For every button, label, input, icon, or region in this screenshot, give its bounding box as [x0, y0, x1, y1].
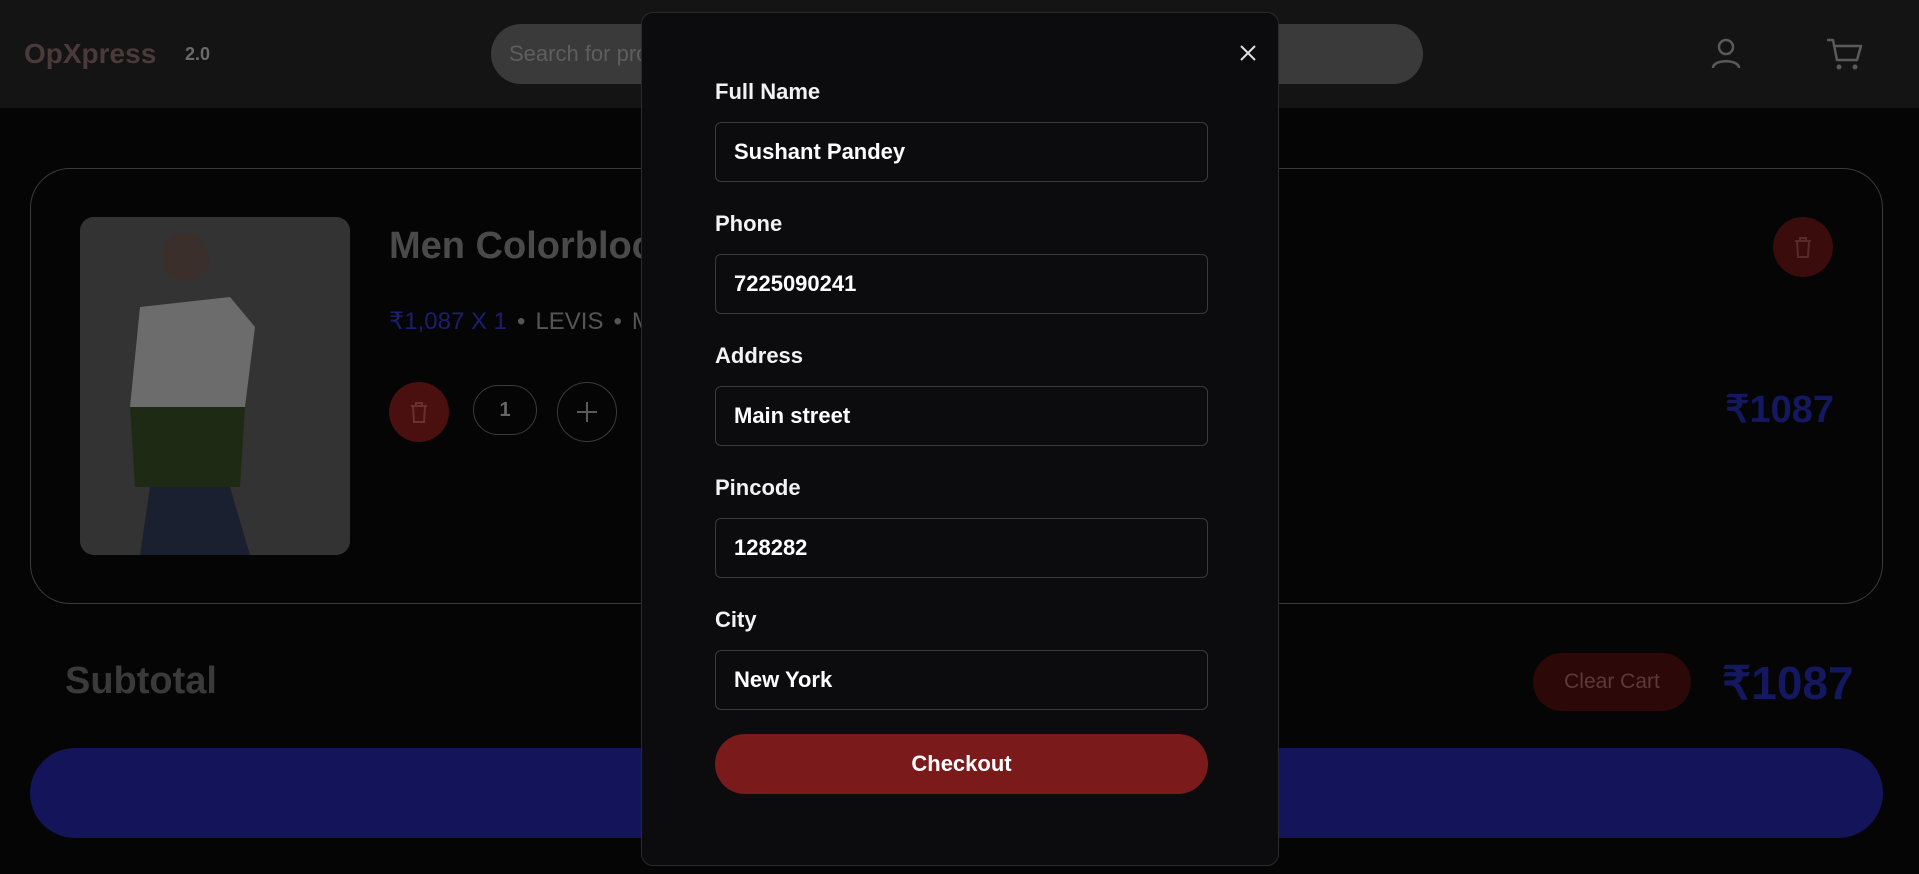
subtotal-label: Subtotal — [65, 660, 217, 702]
product-image[interactable] — [80, 217, 350, 555]
close-icon — [1240, 45, 1256, 61]
city-label: City — [715, 607, 757, 632]
checkout-button[interactable]: Checkout — [715, 734, 1208, 794]
version-badge: 2.0 — [185, 44, 211, 64]
decrease-quantity-button[interactable] — [389, 382, 449, 442]
separator-dot: • — [517, 308, 526, 335]
address-label: Address — [715, 343, 804, 368]
plus-icon — [577, 402, 597, 422]
close-modal-button[interactable] — [1232, 37, 1264, 69]
user-icon[interactable] — [1704, 32, 1748, 76]
line-total: ₹1087 — [1725, 389, 1834, 431]
clear-cart-button[interactable]: Clear Cart — [1533, 653, 1691, 711]
subtotal-value: ₹1087 — [1722, 657, 1854, 709]
pincode-label: Pincode — [715, 475, 801, 500]
full-name-field[interactable] — [715, 122, 1208, 182]
trash-icon — [1795, 237, 1811, 258]
phone-field[interactable] — [715, 254, 1208, 314]
page: OpXpress 2.0 Search for products Men Col… — [0, 0, 1919, 874]
logo[interactable]: OpXpress — [24, 38, 156, 70]
product-meta: ₹1,087 X 1•LEVIS•M — [389, 307, 652, 336]
city-field[interactable] — [715, 650, 1208, 710]
trash-icon — [411, 402, 427, 423]
product-title[interactable]: Men Colorblock — [389, 225, 674, 268]
cart-icon[interactable] — [1823, 32, 1867, 76]
separator-dot: • — [613, 308, 622, 335]
full-name-label: Full Name — [715, 79, 821, 104]
brand-label: LEVIS — [535, 308, 604, 335]
address-field[interactable] — [715, 386, 1208, 446]
pincode-field[interactable] — [715, 518, 1208, 578]
remove-item-button[interactable] — [1773, 217, 1833, 277]
quantity-value: 1 — [473, 385, 537, 435]
checkout-modal: Full Name Phone Address Pincode City Che… — [641, 12, 1279, 866]
price-quantity: ₹1,087 X 1 — [389, 308, 508, 335]
increase-quantity-button[interactable] — [557, 382, 617, 442]
phone-label: Phone — [715, 211, 783, 236]
